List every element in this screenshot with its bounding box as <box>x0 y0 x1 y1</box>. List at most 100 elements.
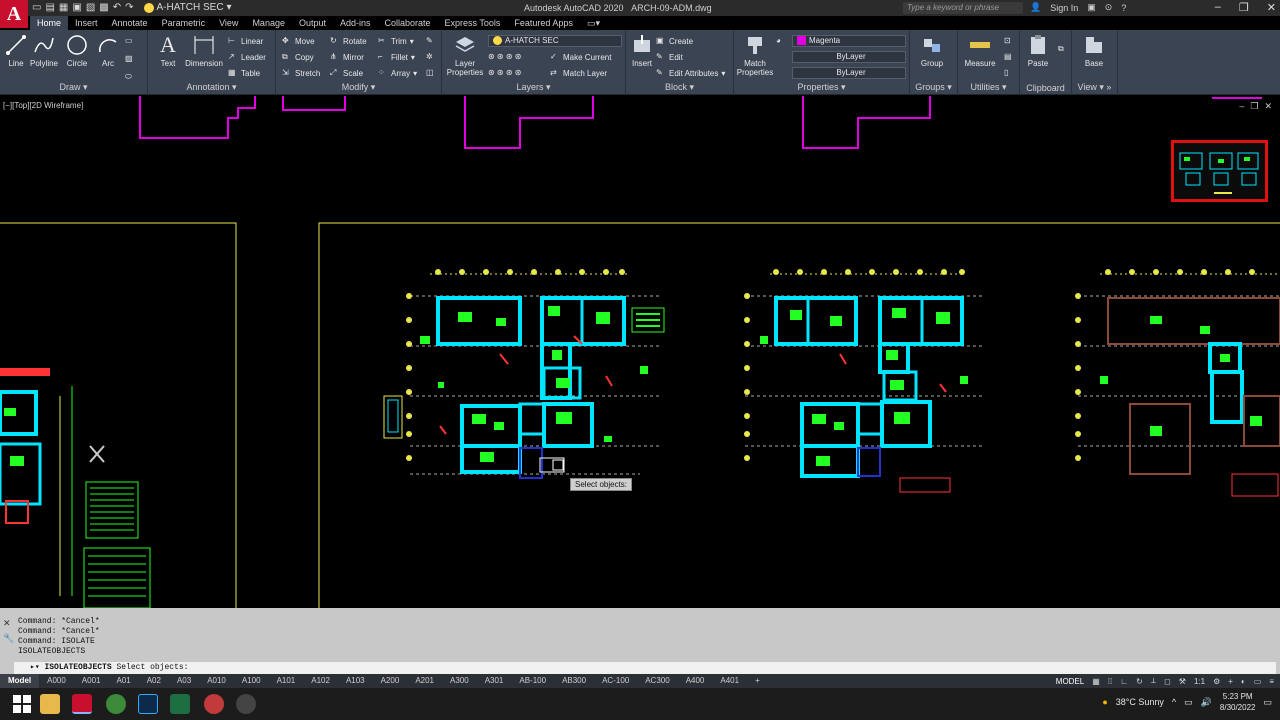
volume-icon[interactable]: 🔊 <box>1201 697 1212 708</box>
chrome-profile-icon[interactable] <box>204 694 224 714</box>
layout-tab[interactable]: A300 <box>442 674 477 688</box>
layout-tab[interactable]: A000 <box>39 674 74 688</box>
block-panel-title[interactable]: Block ▾ <box>626 82 733 93</box>
layer-tools-row-1[interactable]: ⊛ ⊛ ⊛ ⊛ <box>488 52 521 61</box>
ortho-icon[interactable]: ∟ <box>1120 677 1128 686</box>
isolate-icon[interactable]: ◐ <box>1241 677 1246 686</box>
close-command-icon[interactable]: ✕ <box>3 618 14 629</box>
tab-home[interactable]: Home <box>30 16 69 30</box>
dimension-button[interactable]: Dimension <box>184 34 224 68</box>
help-search-input[interactable]: Type a keyword or phrase <box>903 2 1023 14</box>
windows-start-icon[interactable] <box>12 694 32 714</box>
plus-icon[interactable]: + <box>1228 677 1233 686</box>
print-icon[interactable]: ▩ <box>99 2 108 14</box>
layout-tab[interactable]: A001 <box>74 674 109 688</box>
notifications-icon[interactable]: ▭ <box>1263 697 1272 708</box>
layout-tab[interactable]: AC300 <box>637 674 677 688</box>
qat-layer-dropdown[interactable]: A-HATCH SEC ▾ <box>143 2 232 14</box>
polyline-button[interactable]: Polyline <box>28 34 60 68</box>
erase-icon[interactable]: ✎ <box>426 36 433 45</box>
match-layer-button[interactable]: ⇄ Match Layer <box>550 68 607 78</box>
file-explorer-icon[interactable] <box>40 694 60 714</box>
groups-panel-title[interactable]: Groups ▾ <box>910 82 957 93</box>
tab-parametric[interactable]: Parametric <box>155 16 213 30</box>
tab-collaborate[interactable]: Collaborate <box>378 16 438 30</box>
tray-expand-icon[interactable]: ^ <box>1172 697 1176 707</box>
ribbon-toggle-icon[interactable]: ▭▾ <box>580 16 607 30</box>
workspace-gear-icon[interactable]: ⚙ <box>1213 677 1220 686</box>
arc-button[interactable]: Arc <box>92 34 124 68</box>
tab-featured-apps[interactable]: Featured Apps <box>507 16 580 30</box>
text-button[interactable]: A Text <box>152 34 184 69</box>
snap-icon[interactable]: ⁞⁞ <box>1108 677 1112 686</box>
circle-button[interactable]: Circle <box>61 34 93 68</box>
layout-tab[interactable]: A03 <box>169 674 199 688</box>
clipboard-panel-title[interactable]: Clipboard <box>1020 83 1071 93</box>
copy-clip-icon[interactable]: ⧉ <box>1058 44 1064 54</box>
create-block-button[interactable]: ▣ Create <box>656 36 693 46</box>
clean-screen-icon[interactable]: ▭ <box>1254 677 1262 686</box>
utilities-panel-title[interactable]: Utilities ▾ <box>958 82 1019 93</box>
layout-tab[interactable]: A102 <box>303 674 338 688</box>
layout-tab[interactable]: A401 <box>712 674 747 688</box>
autodesk-app-store-icon[interactable]: ▣ <box>1087 2 1096 13</box>
autocad-taskbar-icon[interactable] <box>72 694 92 714</box>
grid-icon[interactable]: ▦ <box>1092 677 1100 686</box>
command-input[interactable]: ▸▾ ISOLATEOBJECTS Select objects: <box>14 662 1276 674</box>
layout-tab[interactable]: A400 <box>678 674 713 688</box>
new-layout-button[interactable]: + <box>747 674 768 688</box>
trim-button[interactable]: ✂ Trim ▾ <box>378 36 414 46</box>
customize-command-icon[interactable]: 🔧 <box>3 633 14 644</box>
copy-button[interactable]: ⧉ Copy <box>282 52 314 62</box>
chrome-icon[interactable] <box>106 694 126 714</box>
photoshop-icon[interactable] <box>138 694 158 714</box>
measure-button[interactable]: Measure <box>960 34 1000 68</box>
mirror-button[interactable]: ⋔ Mirror <box>330 52 364 62</box>
fillet-button[interactable]: ⌐ Fillet ▾ <box>378 52 415 62</box>
edit-block-button[interactable]: ✎ Edit <box>656 52 683 62</box>
explode-icon[interactable]: ✲ <box>426 52 433 61</box>
make-current-button[interactable]: ✓ Make Current <box>550 52 611 62</box>
layout-tab[interactable]: A200 <box>373 674 408 688</box>
save-icon[interactable]: ▦ <box>59 2 68 14</box>
plot-icon[interactable]: ▧ <box>86 2 95 14</box>
save-as-icon[interactable]: ▣ <box>72 2 81 14</box>
layout-tab[interactable]: AB300 <box>554 674 594 688</box>
layout-tab[interactable]: A103 <box>338 674 373 688</box>
annotation-visibility-icon[interactable]: ⚒ <box>1179 677 1186 686</box>
match-properties-button[interactable]: Match Properties <box>736 34 774 77</box>
stretch-button[interactable]: ⇲ Stretch <box>282 68 320 78</box>
tab-express-tools[interactable]: Express Tools <box>438 16 508 30</box>
layout-tab[interactable]: AC-100 <box>594 674 637 688</box>
close-icon[interactable]: ✕ <box>1267 1 1276 14</box>
leader-button[interactable]: ↗ Leader <box>228 52 266 62</box>
hatch-icon[interactable]: ▨ <box>125 54 133 63</box>
layout-tab[interactable]: A02 <box>139 674 169 688</box>
edit-attributes-button[interactable]: ✎ Edit Attributes ▾ <box>656 68 725 78</box>
properties-panel-title[interactable]: Properties ▾ <box>734 82 909 93</box>
layout-tab[interactable]: AB-100 <box>511 674 554 688</box>
viewcube-highlight[interactable] <box>1171 140 1268 202</box>
tab-manage[interactable]: Manage <box>245 16 292 30</box>
tab-output[interactable]: Output <box>292 16 333 30</box>
scale-button[interactable]: ⤢ Scale <box>330 68 363 78</box>
network-icon[interactable]: ▭ <box>1184 697 1193 708</box>
new-file-icon[interactable]: ▭ <box>32 2 41 14</box>
layout-tab-model[interactable]: Model <box>0 674 40 688</box>
undo-icon[interactable]: ↶ <box>113 2 121 14</box>
weather-text[interactable]: 38°C Sunny <box>1116 697 1164 707</box>
layer-dropdown[interactable]: A-HATCH SEC <box>488 35 622 47</box>
base-button[interactable]: Base <box>1078 34 1110 68</box>
excel-icon[interactable] <box>170 694 190 714</box>
layer-properties-button[interactable]: Layer Properties <box>446 34 484 77</box>
autocad-logo[interactable]: A <box>0 0 28 28</box>
minimize-icon[interactable]: – <box>1215 1 1221 14</box>
layers-panel-title[interactable]: Layers ▾ <box>442 82 625 93</box>
tab-annotate[interactable]: Annotate <box>105 16 155 30</box>
paste-button[interactable]: Paste <box>1022 34 1054 68</box>
layout-tab[interactable]: A201 <box>407 674 442 688</box>
open-file-icon[interactable]: ▤ <box>45 2 54 14</box>
annotation-panel-title[interactable]: Annotation ▾ <box>148 82 275 93</box>
draw-panel-title[interactable]: Draw ▾ <box>0 82 147 93</box>
rectangle-icon[interactable]: ▭ <box>125 36 133 45</box>
